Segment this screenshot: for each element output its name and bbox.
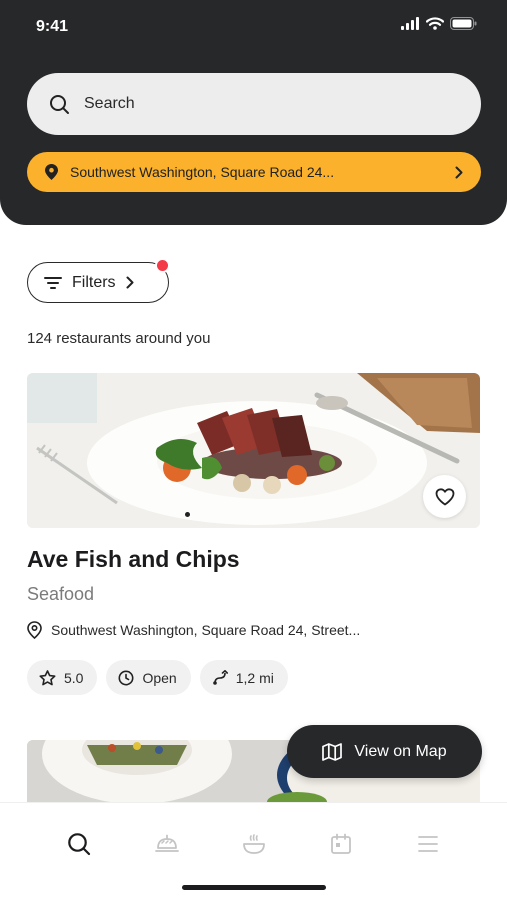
filters-button[interactable]: Filters — [27, 258, 170, 303]
location-text: Southwest Washington, Square Road 24... — [70, 164, 335, 180]
address-text: Southwest Washington, Square Road 24, St… — [51, 622, 361, 638]
distance-value: 1,2 mi — [235, 669, 274, 686]
favorite-button[interactable] — [423, 475, 466, 518]
filters-notification-badge — [155, 258, 170, 273]
chevron-right-icon — [126, 276, 134, 289]
tab-search[interactable] — [64, 829, 94, 859]
results-count: 124 restaurants around you — [27, 330, 211, 347]
chevron-right-icon — [455, 166, 463, 178]
tab-service[interactable] — [152, 829, 182, 859]
signal-icon — [401, 17, 419, 30]
view-on-map-label: View on Map — [354, 742, 447, 760]
restaurant-cuisine: Seafood — [27, 584, 95, 604]
calendar-icon — [331, 833, 351, 854]
search-input[interactable]: Search — [84, 95, 135, 113]
route-icon — [212, 669, 228, 685]
location-pin-icon — [45, 164, 58, 180]
rating-chip: 5.0 — [27, 660, 98, 695]
location-selector[interactable]: Southwest Washington, Square Road 24... — [27, 152, 481, 192]
restaurant-name[interactable]: Ave Fish and Chips — [27, 546, 240, 573]
heart-icon — [435, 487, 454, 505]
location-pin-icon — [27, 621, 42, 639]
header: 9:41 Search Southwest Washington, Square… — [0, 0, 507, 225]
battery-icon — [450, 17, 477, 30]
bowl-icon — [243, 834, 265, 854]
home-indicator[interactable] — [182, 885, 326, 890]
star-icon — [39, 669, 56, 685]
restaurant-photo[interactable] — [27, 373, 480, 528]
view-on-map-button[interactable]: View on Map — [287, 725, 482, 778]
clock-icon — [118, 670, 134, 685]
open-status-chip: Open — [106, 660, 191, 695]
distance-chip: 1,2 mi — [199, 660, 288, 695]
filter-icon — [44, 276, 62, 289]
wifi-icon — [426, 17, 444, 30]
map-icon — [322, 742, 343, 761]
carousel-dot-active — [185, 512, 190, 517]
tab-bookings[interactable] — [326, 829, 356, 859]
steak-dish-illustration — [27, 373, 480, 528]
restaurant-address: Southwest Washington, Square Road 24, St… — [27, 621, 360, 639]
status-time: 9:41 — [36, 18, 69, 35]
restaurant-info-chips: 5.0 Open 1,2 mi — [27, 660, 288, 695]
tab-menu[interactable] — [413, 829, 443, 859]
search-icon — [68, 833, 91, 856]
menu-icon — [418, 836, 438, 852]
search-bar[interactable]: Search — [27, 73, 481, 135]
search-icon — [50, 94, 69, 114]
service-bell-icon — [155, 834, 179, 852]
open-status: Open — [142, 669, 177, 686]
tab-food[interactable] — [239, 829, 269, 859]
rating-value: 5.0 — [64, 669, 84, 686]
status-icons — [401, 17, 477, 30]
filters-label: Filters — [72, 273, 116, 291]
